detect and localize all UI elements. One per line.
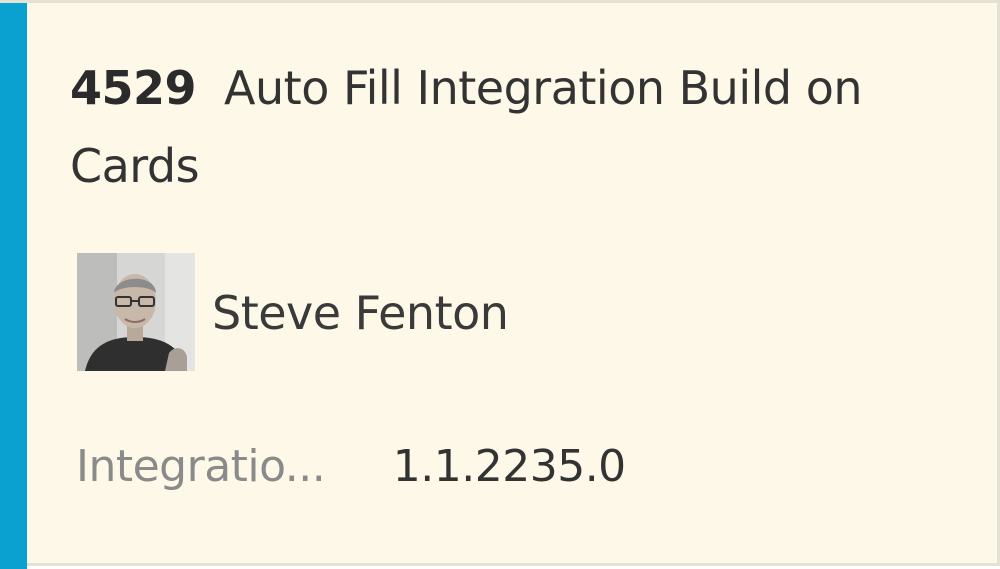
work-item-card[interactable]: 4529 Auto Fill Integration Build on Cards… [0, 0, 1000, 569]
card-title[interactable]: 4529 Auto Fill Integration Build on Cards [70, 49, 950, 205]
assignee-name[interactable]: Steve Fenton [212, 281, 509, 345]
avatar [77, 253, 195, 371]
card-color-bar [0, 3, 27, 569]
card-field-row: Integratio... 1.1.2235.0 [76, 435, 626, 499]
field-label-integration-build: Integratio... [76, 441, 326, 492]
field-value-integration-build[interactable]: 1.1.2235.0 [393, 435, 626, 499]
user-photo-icon [77, 253, 195, 371]
work-item-id[interactable]: 4529 [70, 61, 197, 115]
